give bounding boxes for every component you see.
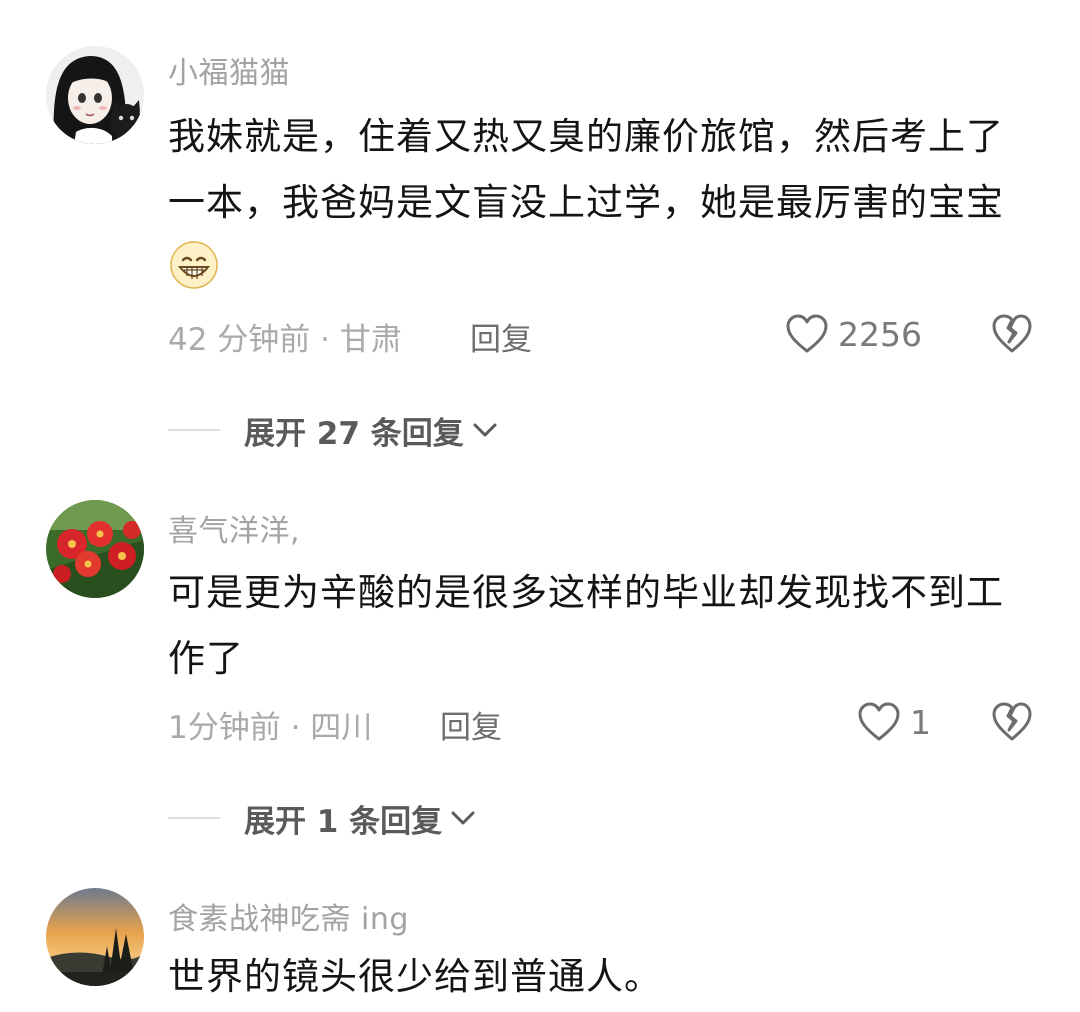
avatar[interactable] (46, 500, 144, 598)
heart-icon (784, 313, 830, 355)
broken-heart-icon[interactable] (990, 700, 1034, 744)
comment-item: 食素战神吃斋 ing 世界的镜头很少给到普通人。 (0, 880, 1080, 1012)
comment-text: 世界的镜头很少给到普通人。 (168, 955, 662, 998)
broken-heart-icon[interactable] (990, 312, 1034, 356)
expand-replies-label: 展开 1 条回复 (244, 803, 443, 840)
avatar[interactable] (46, 888, 144, 986)
comment-text: 可是更为辛酸的是很多这样的毕业却发现找不到工作了 (168, 571, 1004, 680)
like-button[interactable]: 1 (856, 700, 931, 744)
comment-item: 小福猫猫 我妹就是，住着又热又臭的廉价旅馆，然后考上了一本，我爸妈是文盲没上过学… (0, 0, 1080, 480)
chevron-down-icon (464, 420, 498, 440)
username[interactable]: 喜气洋洋, (168, 506, 300, 550)
like-count: 1 (910, 702, 931, 742)
comment-item: 喜气洋洋, 可是更为辛酸的是很多这样的毕业却发现找不到工作了 1分钟前 · 四川… (0, 480, 1080, 880)
divider (168, 817, 220, 819)
like-button[interactable]: 2256 (784, 312, 922, 356)
expand-replies-label: 展开 27 条回复 (244, 415, 464, 452)
like-count: 2256 (838, 314, 922, 354)
avatar[interactable] (46, 46, 144, 144)
comment-meta: 42 分钟前 · 甘肃 (168, 322, 402, 358)
comment-text-content: 我妹就是，住着又热又臭的廉价旅馆，然后考上了一本，我爸妈是文盲没上过学，她是最厉… (168, 115, 1004, 224)
comment-text: 我妹就是，住着又热又臭的廉价旅馆，然后考上了一本，我爸妈是文盲没上过学，她是最厉… (168, 104, 1028, 302)
expand-replies-button[interactable]: 展开 1 条回复 (168, 798, 476, 840)
reply-button[interactable]: 回复 (470, 314, 532, 359)
comment-meta: 1分钟前 · 四川 (168, 710, 373, 746)
username[interactable]: 食素战神吃斋 ing (168, 894, 409, 938)
expand-replies-button[interactable]: 展开 27 条回复 (168, 410, 498, 452)
reply-button[interactable]: 回复 (440, 702, 502, 747)
grinning-face-icon (168, 239, 220, 291)
heart-icon (856, 701, 902, 743)
chevron-down-icon (442, 808, 476, 828)
username[interactable]: 小福猫猫 (168, 48, 290, 92)
divider (168, 429, 220, 431)
